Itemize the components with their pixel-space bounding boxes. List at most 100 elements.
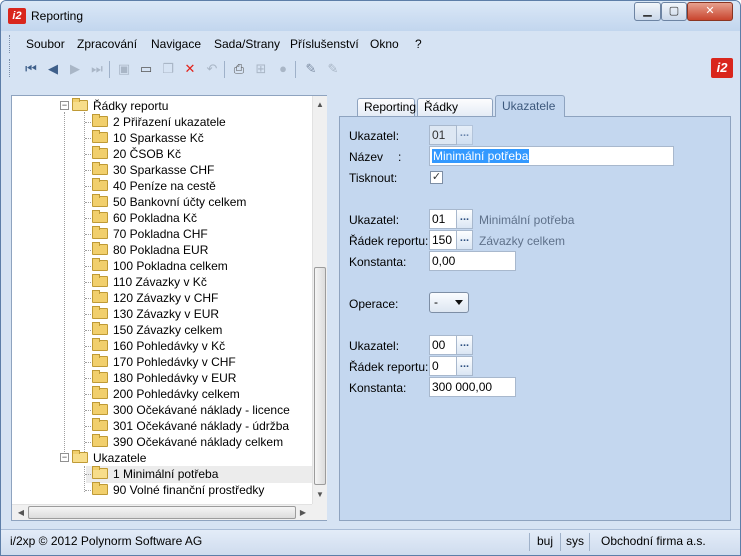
close-button[interactable]: ✕ [687, 2, 733, 21]
scroll-left-icon[interactable]: ◀ [14, 508, 28, 517]
prev-record-icon[interactable]: ◀ [45, 61, 61, 77]
folder-icon [92, 258, 108, 271]
tree-vertical-scrollbar[interactable]: ▲ ▼ [312, 96, 327, 504]
tab-strip: Reporting Řádky report Ukazatele [339, 95, 731, 131]
print-icon[interactable]: ⎙ [231, 61, 247, 77]
first-record-icon[interactable]: ⏮ [23, 61, 39, 77]
scroll-down-icon[interactable]: ▼ [313, 490, 327, 499]
tree-node-report-row[interactable]: 80 Pokladna EUR [92, 242, 208, 258]
tisknout-checkbox[interactable]: ✓ [430, 171, 443, 184]
menu-sada-strany[interactable]: Sada/Strany [214, 37, 280, 51]
tree-node-report-row[interactable]: 30 Sparkasse CHF [92, 162, 214, 178]
menu-zpracovani[interactable]: Zpracování [77, 37, 137, 51]
nazev-label: Název [349, 150, 384, 164]
tree-node-report-row[interactable]: 301 Očekávané náklady - údržba [92, 418, 289, 434]
tree-node-report-row[interactable]: 120 Závazky v CHF [92, 290, 218, 306]
tree-node-report-row[interactable]: 20 ČSOB Kč [92, 146, 181, 162]
menu-navigace[interactable]: Navigace [151, 37, 201, 51]
op1-ukazatel-lookup-button[interactable]: ... [456, 209, 473, 229]
op1-radek-field[interactable]: 150 [429, 230, 457, 250]
scroll-corner [312, 504, 327, 520]
tree-guide-line [85, 314, 91, 315]
tree-node-label: 60 Pokladna Kč [113, 211, 198, 225]
operace-value: - [434, 295, 438, 309]
maximize-button[interactable]: ▢ [661, 2, 687, 21]
op2-radek-field[interactable]: 0 [429, 356, 457, 376]
tree-node-report-row[interactable]: 2 Přiřazení ukazatele [92, 114, 226, 130]
last-record-icon[interactable]: ⏭ [89, 61, 105, 77]
menu-soubor[interactable]: Soubor [26, 37, 65, 51]
tree-horizontal-scrollbar[interactable]: ◀ ▶ [12, 504, 312, 520]
tree-hscroll-thumb[interactable] [28, 506, 296, 519]
menu-okno[interactable]: Okno [370, 37, 399, 51]
folder-icon [92, 178, 108, 191]
help-icon[interactable]: ● [275, 61, 291, 77]
tree-node-report-row[interactable]: 40 Peníze na cestě [92, 178, 216, 194]
edit-disabled-icon[interactable]: ✎ [325, 61, 341, 77]
copy-icon[interactable]: ❐ [160, 61, 176, 77]
tree-node-report-row[interactable]: 60 Pokladna Kč [92, 210, 197, 226]
tree-node-report-row[interactable]: 130 Závazky v EUR [92, 306, 219, 322]
op2-konstanta-label: Konstanta: [349, 381, 407, 395]
op2-konstanta-field[interactable]: 300 000,00 [429, 377, 516, 397]
edit-icon[interactable]: ✎ [303, 61, 319, 77]
tree-node-report-row[interactable]: 390 Očekávané náklady celkem [92, 434, 283, 450]
tree-guide-line [85, 266, 91, 267]
op2-radek-lookup-button[interactable]: ... [456, 356, 473, 376]
op1-konstanta-field[interactable]: 0,00 [429, 251, 516, 271]
tree-guide-line [85, 298, 91, 299]
delete-icon[interactable]: ✕ [182, 61, 198, 77]
ukazatel-lookup-button[interactable]: ... [456, 125, 473, 145]
tree-node-report-row[interactable]: 10 Sparkasse Kč [92, 130, 204, 146]
folder-open-icon [72, 450, 88, 463]
tab-ukazatele[interactable]: Ukazatele [495, 95, 565, 117]
op1-ukazatel-field[interactable]: 01 [429, 209, 457, 229]
undo-icon[interactable]: ↶ [204, 61, 220, 77]
op1-radek-lookup-button[interactable]: ... [456, 230, 473, 250]
tree-node-report-row[interactable]: 180 Pohledávky v EUR [92, 370, 236, 386]
tree-panel: − Řádky reportu 2 Přiřazení ukazatele 10 … [11, 95, 327, 521]
tree-node-volne-prostredky[interactable]: 90 Volné finanční prostředky [92, 482, 264, 498]
op2-ukazatel-lookup-button[interactable]: ... [456, 335, 473, 355]
folder-icon [92, 354, 108, 367]
tree-node-report-row[interactable]: 70 Pokladna CHF [92, 226, 208, 242]
tree-node-report-row[interactable]: 160 Pohledávky v Kč [92, 338, 225, 354]
tree-node-minimalni-potreba[interactable]: 1 Minimální potřeba [92, 466, 218, 482]
minimize-button[interactable]: ▁ [634, 2, 661, 21]
save-icon[interactable]: ▣ [116, 61, 132, 77]
menu-help[interactable]: ? [415, 37, 422, 51]
operace-select[interactable]: - [429, 292, 469, 313]
tree-expander-radky[interactable]: − [60, 101, 69, 110]
toolbar: ⏮ ◀ ▶ ⏭ ▣ ▭ ❐ ✕ ↶ ⎙ ⊞ ● ✎ ✎ i2 [9, 57, 734, 83]
status-database: buj [537, 534, 554, 548]
tree-node-report-row[interactable]: 170 Pohledávky v CHF [92, 354, 236, 370]
nazev-field[interactable]: Minimální potřeba [429, 146, 674, 166]
tree-expander-ukazatele[interactable]: − [60, 453, 69, 462]
scroll-right-icon[interactable]: ▶ [296, 508, 310, 517]
tree-node-report-row[interactable]: 110 Závazky v Kč [92, 274, 207, 290]
tree-node-report-row[interactable]: 150 Závazky celkem [92, 322, 222, 338]
folder-icon [92, 226, 108, 239]
scroll-up-icon[interactable]: ▲ [313, 100, 327, 109]
tab-radky-reportu[interactable]: Řádky report [417, 98, 493, 131]
tree-node-ukazatele[interactable]: Ukazatele [72, 450, 146, 466]
tree-node-label: 120 Závazky v CHF [113, 291, 219, 305]
chevron-down-icon [455, 300, 463, 305]
tree-node-report-row[interactable]: 100 Pokladna celkem [92, 258, 228, 274]
ukazatel-field[interactable]: 01 [429, 125, 457, 145]
tree-node-report-row[interactable]: 50 Bankovní účty celkem [92, 194, 246, 210]
menu-prislusenstvi[interactable]: Příslušenství [290, 37, 359, 51]
tree-vscroll-thumb[interactable] [314, 267, 326, 485]
tree-node-report-row[interactable]: 200 Pohledávky celkem [92, 386, 240, 402]
tree-node-radky-reportu[interactable]: Řádky reportu [72, 98, 168, 114]
tree-node-report-row[interactable]: 300 Očekávané náklady - licence [92, 402, 290, 418]
tree-icon[interactable]: ⊞ [253, 61, 269, 77]
tree-guide-line [85, 138, 91, 139]
tree-guide-line [85, 330, 91, 331]
next-record-icon[interactable]: ▶ [67, 61, 83, 77]
new-icon[interactable]: ▭ [138, 61, 154, 77]
op2-ukazatel-field[interactable]: 00 [429, 335, 457, 355]
tab-reporting[interactable]: Reporting [357, 98, 416, 117]
menu-bar: Soubor Zpracování Navigace Sada/Strany P… [9, 33, 734, 55]
tree-guide-line [64, 112, 65, 458]
